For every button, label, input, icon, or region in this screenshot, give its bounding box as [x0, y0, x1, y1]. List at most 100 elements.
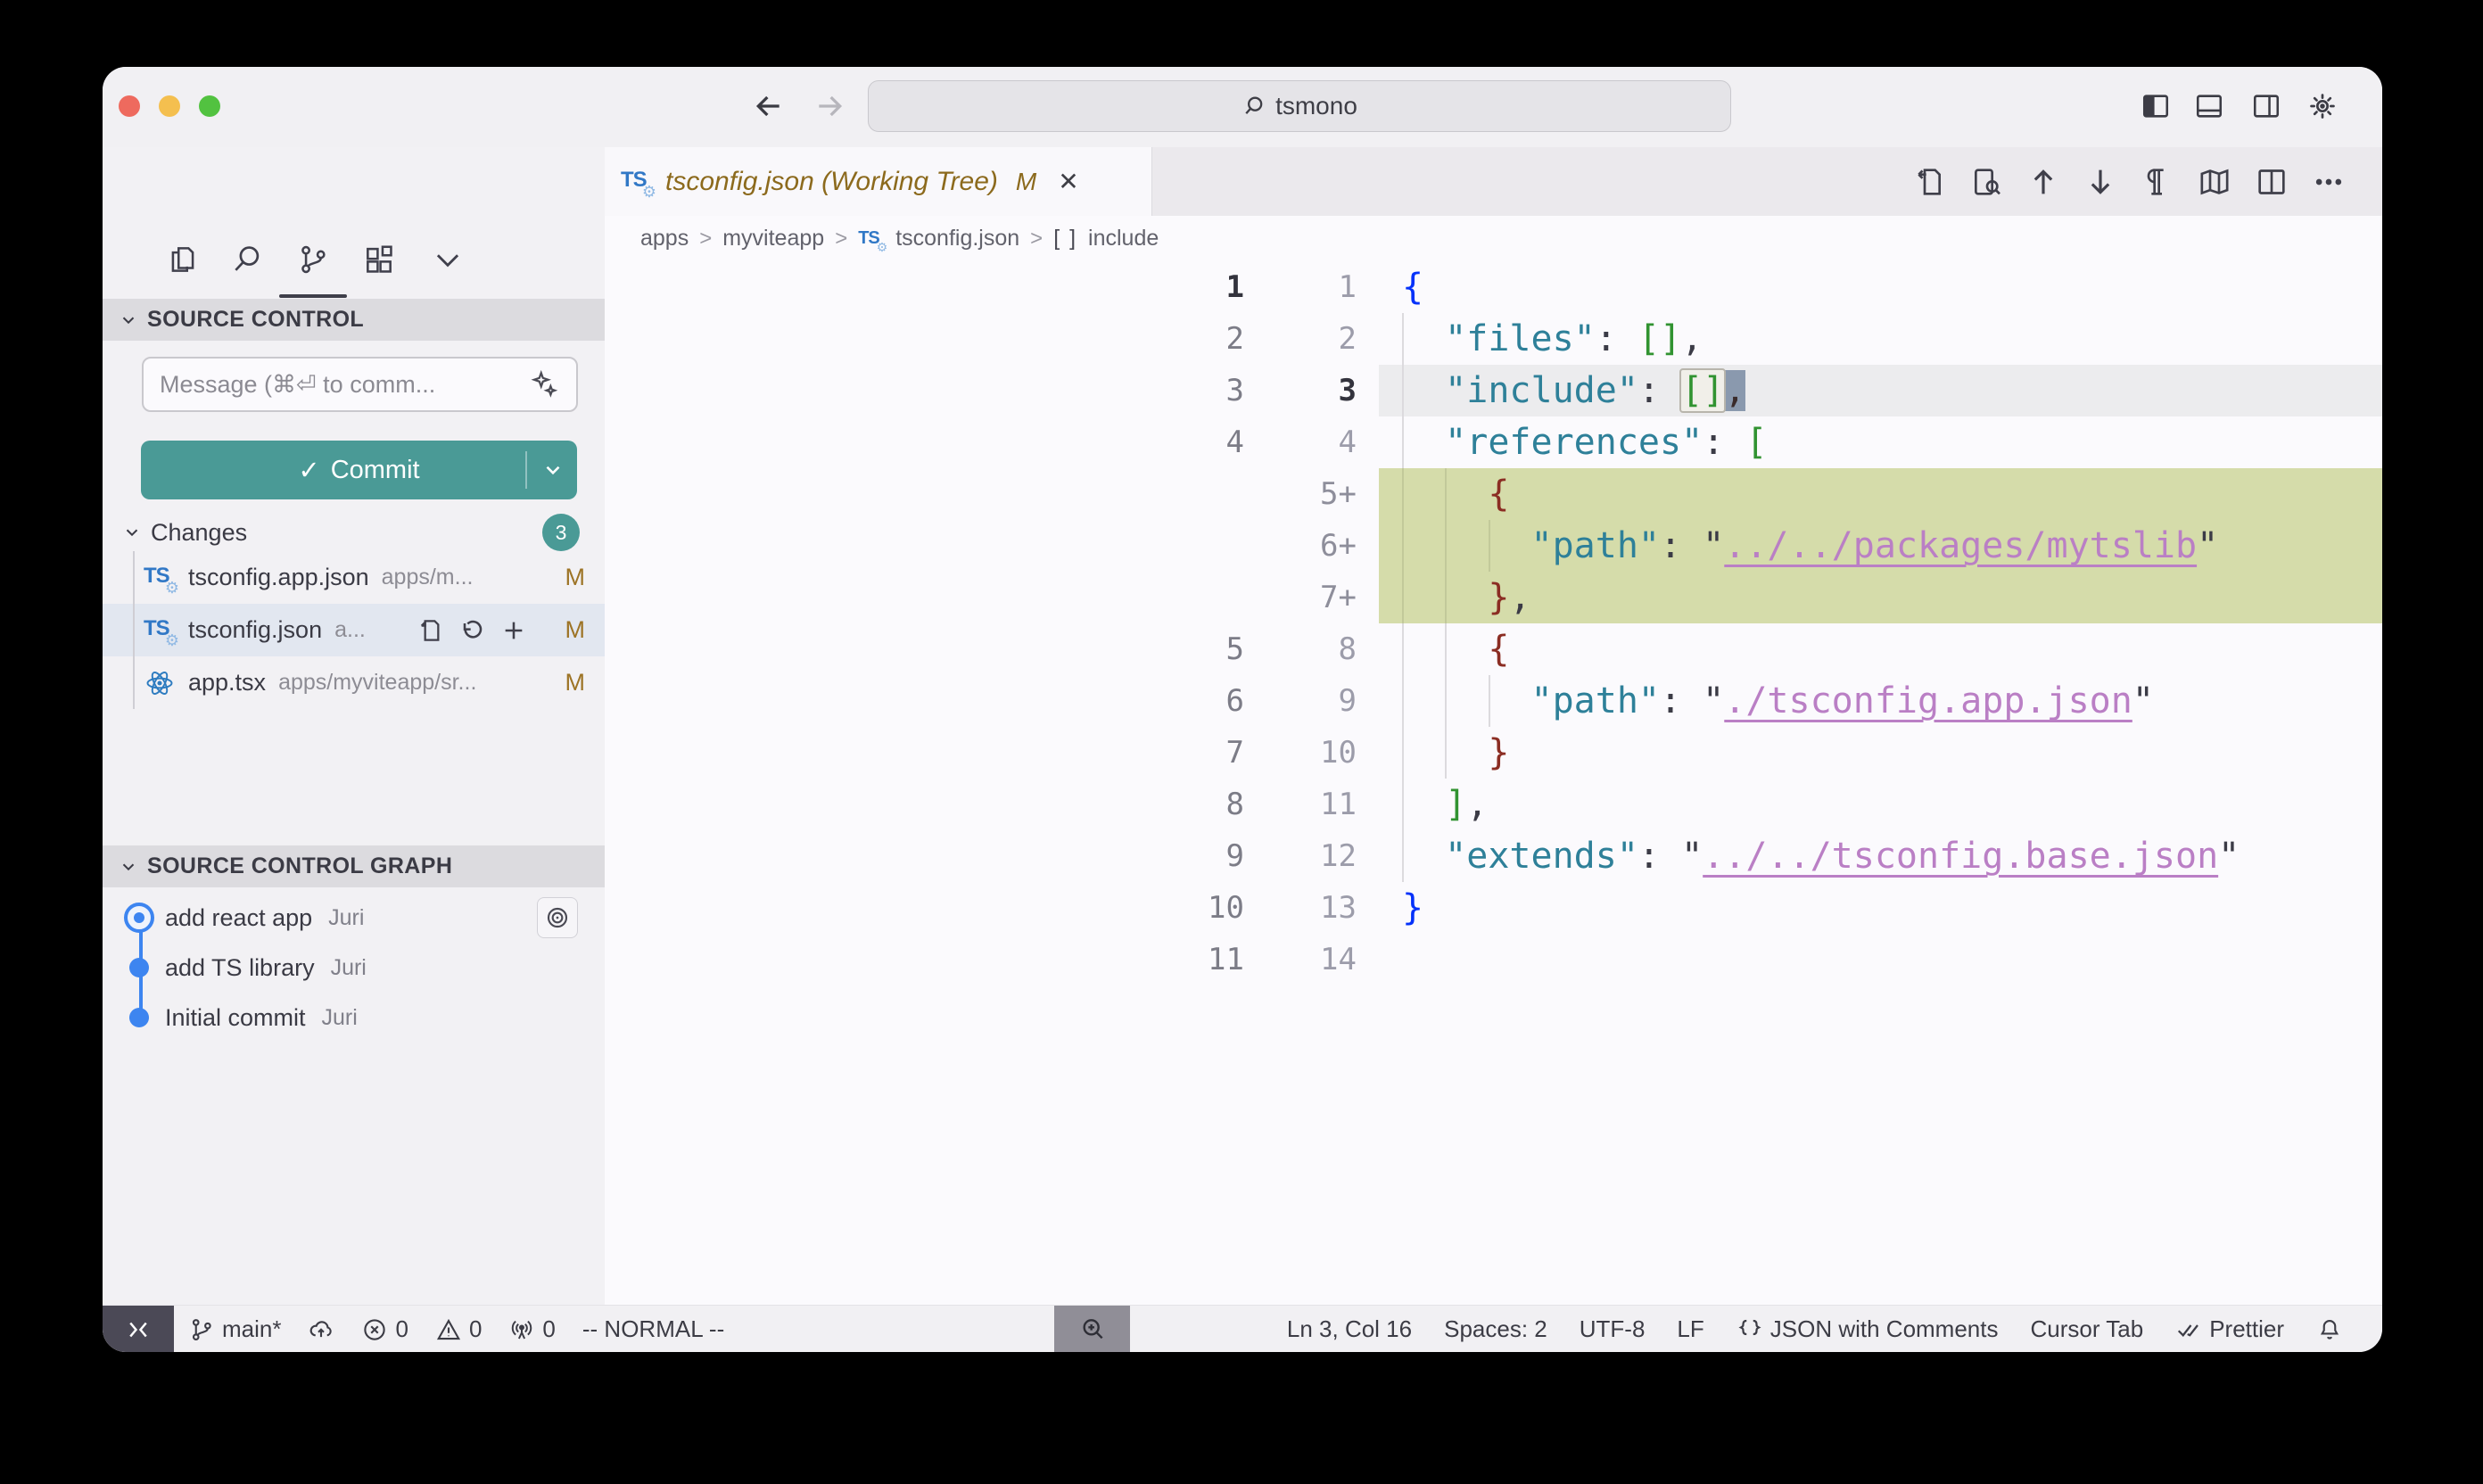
status-item-cursor-tab[interactable]: Cursor Tab: [2031, 1315, 2144, 1343]
status-item-lf[interactable]: LF: [1677, 1315, 1703, 1343]
code-line-14[interactable]: 1114: [605, 934, 2382, 985]
discard-icon[interactable]: [458, 616, 486, 645]
code-text: "path": "./tsconfig.app.json": [1402, 675, 2154, 727]
code-line-10[interactable]: 710 }: [605, 727, 2382, 779]
tab-modified-badge: M: [1016, 168, 1036, 196]
modified-line-number: 12: [1185, 830, 1357, 882]
open-file-icon[interactable]: [416, 616, 444, 645]
close-window-button[interactable]: [119, 95, 140, 117]
status-item-spaces-2[interactable]: Spaces: 2: [1444, 1315, 1547, 1343]
navigate-forward-icon[interactable]: [812, 88, 847, 124]
status-item-0[interactable]: 0: [435, 1315, 482, 1343]
next-change-icon[interactable]: [2083, 164, 2118, 200]
status-item-cloud-upload[interactable]: [308, 1316, 334, 1343]
remote-indicator[interactable]: [103, 1306, 174, 1352]
tab-bar: TS⚙ tsconfig.json (Working Tree) M ✕: [605, 147, 2382, 216]
code-line-1[interactable]: 11{: [605, 261, 2382, 313]
zoom-indicator[interactable]: [1054, 1306, 1130, 1352]
status-item-label: Prettier: [2209, 1315, 2284, 1343]
render-whitespace-icon[interactable]: [2140, 164, 2175, 200]
more-views-chevron-icon[interactable]: [431, 243, 465, 276]
breadcrumb-item-tsconfig.json[interactable]: tsconfig.json: [895, 226, 1019, 251]
source-control-graph-section-header[interactable]: SOURCE CONTROL GRAPH: [103, 845, 605, 887]
status-item-json-with-comments[interactable]: JSON with Comments: [1736, 1315, 1999, 1343]
explorer-icon[interactable]: [166, 243, 200, 276]
code-text: "include": [],: [1402, 365, 1745, 416]
source-control-icon[interactable]: [296, 243, 330, 276]
code-line-5[interactable]: 5+ {: [605, 468, 2382, 520]
toggle-panel-icon[interactable]: [2194, 91, 2224, 121]
status-item-label: JSON with Comments: [1770, 1315, 1999, 1343]
minimize-window-button[interactable]: [159, 95, 180, 117]
status-item-main[interactable]: main*: [188, 1315, 281, 1343]
code-line-9[interactable]: 69 "path": "./tsconfig.app.json": [605, 675, 2382, 727]
status-item-label: 0: [469, 1315, 482, 1343]
code-line-8[interactable]: 58 {: [605, 623, 2382, 675]
tab-tsconfig-working-tree[interactable]: TS⚙ tsconfig.json (Working Tree) M ✕: [605, 147, 1152, 216]
breadcrumb-item-include[interactable]: include: [1088, 226, 1159, 251]
active-view-underline: [279, 294, 347, 298]
changed-file-row-tsconfig.json[interactable]: TS⚙tsconfig.jsona...M: [103, 604, 605, 656]
breadcrumb-item-apps[interactable]: apps: [640, 226, 689, 251]
toggle-secondary-sidebar-icon[interactable]: [2251, 91, 2281, 121]
source-control-section-header[interactable]: SOURCE CONTROL: [103, 299, 605, 341]
commit-message: add react app: [165, 904, 312, 932]
maximize-window-button[interactable]: [199, 95, 220, 117]
status-item-normal[interactable]: -- NORMAL --: [582, 1315, 724, 1343]
toggle-primary-sidebar-icon[interactable]: [2141, 91, 2171, 121]
tsconfig-file-icon: TS⚙: [144, 614, 176, 647]
generate-commit-message-sparkle-icon[interactable]: [530, 369, 560, 400]
code-line-11[interactable]: 811 ],: [605, 779, 2382, 830]
code-line-13[interactable]: 1013}: [605, 882, 2382, 934]
code-line-6[interactable]: 6+ "path": "../../packages/mytslib": [605, 520, 2382, 572]
commit-row-2[interactable]: add TS libraryJuri: [103, 943, 605, 993]
open-changes-icon[interactable]: [1911, 164, 1947, 200]
settings-gear-icon[interactable]: [2307, 91, 2338, 121]
extensions-icon[interactable]: [362, 243, 396, 276]
commit-message-input[interactable]: Message (⌘⏎ to comm...: [142, 357, 578, 412]
commit-button[interactable]: ✓ Commit: [141, 441, 577, 499]
status-item-utf-8[interactable]: UTF-8: [1580, 1315, 1646, 1343]
file-path: a...: [334, 617, 366, 643]
commit-dropdown-chevron-icon[interactable]: [541, 458, 565, 482]
stage-icon[interactable]: [499, 616, 528, 645]
broadcast-icon: [508, 1316, 535, 1343]
status-item-0[interactable]: 0: [508, 1315, 555, 1343]
file-name: tsconfig.app.json: [188, 564, 369, 591]
changed-file-row-tsconfig.app.json[interactable]: TS⚙tsconfig.app.jsonapps/m...M: [103, 551, 605, 604]
code-text: ],: [1402, 779, 1488, 830]
compare-file-icon[interactable]: [1968, 164, 2004, 200]
command-center-search[interactable]: tsmono: [868, 80, 1731, 132]
code-line-7[interactable]: 7+ },: [605, 572, 2382, 623]
status-item-label: main*: [222, 1315, 281, 1343]
status-item-bell[interactable]: [2316, 1316, 2343, 1343]
commit-row-3[interactable]: Initial commitJuri: [103, 993, 605, 1043]
code-line-4[interactable]: 44 "references": [: [605, 416, 2382, 468]
status-item-0[interactable]: 0: [361, 1315, 408, 1343]
more-actions-icon[interactable]: [2311, 164, 2347, 200]
modified-line-number: 9: [1185, 675, 1357, 727]
search-icon: [1242, 94, 1266, 119]
map-view-icon[interactable]: [2197, 164, 2232, 200]
modified-status-badge: M: [565, 669, 586, 697]
code-line-12[interactable]: 912 "extends": "../../tsconfig.base.json…: [605, 830, 2382, 882]
changed-file-row-app.tsx[interactable]: app.tsxapps/myviteapp/sr...M: [103, 656, 605, 709]
status-item-prettier[interactable]: Prettier: [2175, 1315, 2284, 1343]
commit-author: Juri: [322, 1005, 358, 1031]
changes-section-row[interactable]: Changes 3: [103, 513, 605, 552]
diff-editor-code-area[interactable]: 11{22 "files": [],33 "include": [],44 "r…: [605, 261, 2382, 1305]
search-sidebar-icon[interactable]: [230, 243, 264, 276]
previous-change-icon[interactable]: [2025, 164, 2061, 200]
code-line-2[interactable]: 22 "files": [],: [605, 313, 2382, 365]
navigate-back-icon[interactable]: [751, 88, 787, 124]
goto-commit-target-icon[interactable]: [537, 897, 578, 938]
tab-close-icon[interactable]: ✕: [1058, 167, 1078, 196]
commit-split-divider: [525, 451, 527, 489]
indent-guide: [1489, 675, 1490, 727]
breadcrumb-item-myviteapp[interactable]: myviteapp: [722, 226, 824, 251]
split-editor-icon[interactable]: [2254, 164, 2289, 200]
code-line-3[interactable]: 33 "include": [],: [605, 365, 2382, 416]
status-item-ln-3-col-16[interactable]: Ln 3, Col 16: [1287, 1315, 1412, 1343]
commit-row-1[interactable]: add react appJuri: [103, 893, 605, 943]
indent-guide: [1445, 623, 1447, 779]
